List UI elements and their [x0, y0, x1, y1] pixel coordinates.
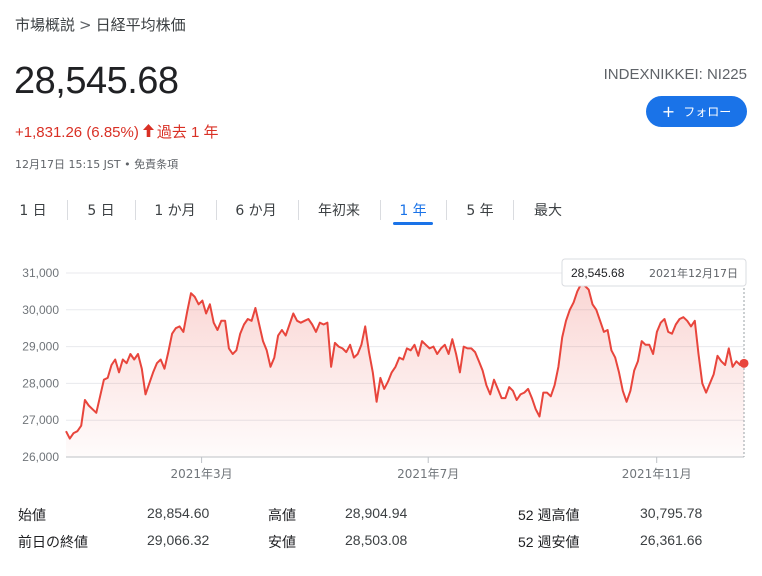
arrow-up-icon — [142, 124, 154, 141]
change-value: +1,831.26 (6.85%) — [15, 124, 139, 141]
price-change: +1,831.26 (6.85%) 過去 1 年 — [15, 121, 219, 142]
y-tick-label: 31,000 — [22, 266, 59, 280]
y-tick-label: 29,000 — [22, 340, 59, 354]
tab-divider — [135, 200, 136, 220]
current-price: 28,545.68 — [14, 60, 179, 102]
change-period: 過去 1 年 — [156, 124, 219, 141]
tab-5-day[interactable]: 5 日 — [80, 193, 122, 225]
price-chart[interactable]: 31,000 30,000 29,000 28,000 27,000 26,000 2021… — [0, 250, 762, 490]
stat-high-label: 高値 — [268, 507, 296, 523]
stat-prev-close-value: 29,066.32 — [147, 532, 210, 548]
tab-divider — [446, 200, 447, 220]
last-point-marker — [739, 358, 749, 368]
tab-divider — [67, 200, 68, 220]
tab-1-month[interactable]: 1 か月 — [145, 193, 205, 225]
tab-divider — [513, 200, 514, 220]
stat-open-value: 28,854.60 — [147, 505, 210, 521]
tab-divider — [216, 200, 217, 220]
x-tick-label: 2021年3月 — [171, 467, 233, 481]
breadcrumb-separator: > — [79, 16, 92, 34]
stat-52w-high-label: 52 週高値 — [518, 507, 580, 523]
tab-5-year[interactable]: 5 年 — [460, 193, 500, 225]
x-tick-label: 2021年7月 — [397, 467, 459, 481]
tab-1-year[interactable]: 1 年 — [393, 193, 433, 225]
y-tick-label: 27,000 — [22, 413, 59, 427]
tooltip-date: 2021年12月17日 — [649, 266, 738, 280]
stat-52w-low-value: 26,361.66 — [640, 532, 703, 548]
tab-divider — [380, 200, 381, 220]
stat-low-label: 安値 — [268, 534, 296, 550]
y-tick-label: 26,000 — [22, 450, 59, 464]
stat-high-value: 28,904.94 — [345, 505, 408, 521]
follow-button[interactable]: + フォロー — [646, 96, 747, 127]
stat-prev-close-label: 前日の終値 — [18, 534, 88, 550]
follow-label: フォロー — [683, 105, 732, 119]
stat-low-value: 28,503.08 — [345, 532, 408, 548]
plus-icon: + — [661, 101, 676, 121]
y-tick-label: 28,000 — [22, 376, 59, 390]
breadcrumb-current: 日経平均株価 — [95, 16, 186, 34]
stat-52w-high-value: 30,795.78 — [640, 505, 703, 521]
x-tick-label: 2021年11月 — [622, 467, 692, 481]
tooltip-value: 28,545.68 — [571, 266, 625, 280]
stat-open-label: 始値 — [18, 507, 46, 523]
price-chart-svg: 31,000 30,000 29,000 28,000 27,000 26,000 2021… — [22, 258, 749, 481]
breadcrumb-parent-link[interactable]: 市場概説 — [15, 16, 75, 34]
tab-6-month[interactable]: 6 か月 — [226, 193, 286, 225]
breadcrumb: 市場概説 > 日経平均株価 — [15, 14, 186, 35]
stat-52w-low-label: 52 週安値 — [518, 534, 580, 550]
y-tick-label: 30,000 — [22, 303, 59, 317]
timestamp-disclaimer: 12月17日 15:15 JST • 免責条項 — [15, 158, 179, 171]
tab-ytd[interactable]: 年初来 — [309, 193, 369, 225]
tab-max[interactable]: 最大 — [526, 193, 570, 225]
tab-1-day[interactable]: 1 日 — [14, 193, 52, 225]
tab-divider — [298, 200, 299, 220]
ticker-symbol: INDEXNIKKEI: NI225 — [603, 66, 747, 83]
range-tabs: 1 日 5 日 1 か月 6 か月 年初来 1 年 5 年 最大 — [0, 193, 762, 227]
